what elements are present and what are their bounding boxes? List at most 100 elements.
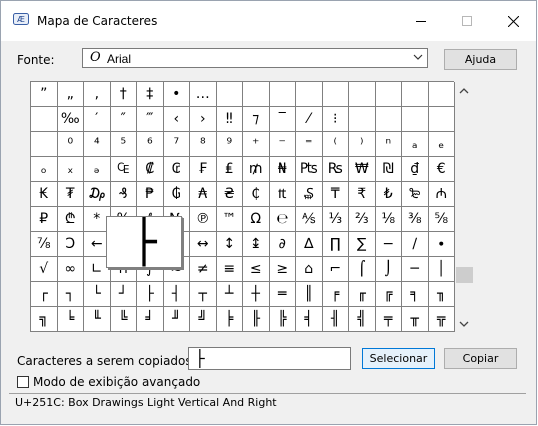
character-cell[interactable]: ⅝ — [428, 207, 455, 232]
character-cell[interactable]: ↨ — [243, 232, 270, 257]
character-cell[interactable]: √ — [31, 257, 58, 282]
character-cell[interactable]: ⅛ — [375, 207, 402, 232]
character-cell[interactable]: ₢ — [163, 157, 190, 182]
character-cell[interactable]: ⅞ — [31, 232, 58, 257]
character-cell[interactable]: ⅍ — [296, 207, 323, 232]
character-cell[interactable]: ‹ — [163, 107, 190, 132]
character-cell[interactable] — [322, 82, 349, 107]
character-cell[interactable]: ∆ — [296, 232, 323, 257]
character-cell[interactable]: ⁽ — [322, 132, 349, 157]
character-cell[interactable]: • — [163, 82, 190, 107]
character-cell[interactable]: ↕ — [216, 232, 243, 257]
character-cell[interactable]: └ — [84, 282, 111, 307]
character-cell[interactable]: ⁷ — [163, 132, 190, 157]
character-cell[interactable]: ₵ — [243, 182, 270, 207]
character-cell[interactable]: ├ — [137, 282, 164, 307]
character-cell[interactable] — [269, 82, 296, 107]
character-cell[interactable]: ™ — [216, 207, 243, 232]
character-cell[interactable]: ╠ — [269, 307, 296, 332]
character-cell[interactable]: ╗ — [31, 307, 58, 332]
character-cell[interactable]: ∏ — [322, 232, 349, 257]
character-cell[interactable]: ⁻ — [269, 132, 296, 157]
character-cell[interactable]: ₽ — [31, 207, 58, 232]
character-cell[interactable]: ⁊ — [243, 107, 270, 132]
character-cell[interactable]: ₰ — [110, 182, 137, 207]
character-cell[interactable] — [31, 107, 58, 132]
advanced-view-checkbox[interactable] — [17, 376, 29, 388]
character-cell[interactable]: ╖ — [428, 282, 455, 307]
character-cell[interactable]: ⅓ — [322, 207, 349, 232]
character-cell[interactable] — [216, 82, 243, 107]
character-cell[interactable]: ₩ — [349, 157, 376, 182]
character-cell[interactable]: € — [428, 157, 455, 182]
character-cell[interactable]: ╓ — [349, 282, 376, 307]
character-cell[interactable]: ╘ — [57, 307, 84, 332]
character-cell[interactable]: ┴ — [216, 282, 243, 307]
character-cell[interactable]: ═ — [269, 282, 296, 307]
character-cell[interactable]: ⌐ — [322, 257, 349, 282]
select-button[interactable]: Selecionar — [362, 348, 435, 369]
character-cell[interactable]: ₪ — [375, 157, 402, 182]
character-cell[interactable]: ₮ — [57, 182, 84, 207]
character-cell[interactable]: ℗ — [190, 207, 217, 232]
character-cell[interactable]: ┐ — [57, 282, 84, 307]
advanced-view-option[interactable]: Modo de exibição avançado — [17, 375, 200, 389]
character-cell[interactable]: ∙ — [428, 232, 455, 257]
character-cell[interactable]: ┬ — [190, 282, 217, 307]
character-cell[interactable]: ″ — [110, 107, 137, 132]
character-cell[interactable]: ₳ — [190, 182, 217, 207]
character-cell[interactable]: ₺ — [375, 182, 402, 207]
character-cell[interactable]: ≥ — [269, 257, 296, 282]
character-cell[interactable]: ∕ — [402, 232, 429, 257]
character-cell[interactable]: ‡ — [137, 82, 164, 107]
character-cell[interactable]: ╝ — [190, 307, 217, 332]
close-button[interactable] — [490, 1, 536, 41]
character-cell[interactable]: ₑ — [428, 132, 455, 157]
character-cell[interactable]: ⁄ — [296, 107, 323, 132]
character-cell[interactable]: ⁶ — [137, 132, 164, 157]
character-cell[interactable]: ⌡ — [375, 257, 402, 282]
character-cell[interactable]: ╥ — [402, 307, 429, 332]
character-cell[interactable]: ╒ — [322, 282, 349, 307]
character-cell[interactable]: ⁵ — [110, 132, 137, 157]
character-cell[interactable]: ‾ — [269, 107, 296, 132]
character-cell[interactable]: ┼ — [243, 282, 270, 307]
character-cell[interactable]: ⁰ — [57, 132, 84, 157]
character-cell[interactable]: ₸ — [322, 182, 349, 207]
character-cell[interactable]: ‼ — [216, 107, 243, 132]
character-cell[interactable]: Ω — [243, 207, 270, 232]
help-button[interactable]: Ajuda — [444, 49, 517, 70]
character-cell[interactable]: ₫ — [402, 157, 429, 182]
character-cell[interactable]: ≤ — [243, 257, 270, 282]
character-cell[interactable]: ₓ — [57, 157, 84, 182]
character-cell[interactable]: ╕ — [402, 282, 429, 307]
character-cell[interactable] — [428, 107, 455, 132]
character-cell[interactable]: ₒ — [31, 157, 58, 182]
character-cell[interactable] — [402, 82, 429, 107]
character-cell[interactable]: ╣ — [349, 307, 376, 332]
character-cell[interactable]: ┤ — [163, 282, 190, 307]
character-cell[interactable]: ₾ — [57, 207, 84, 232]
character-cell[interactable]: ⁺ — [243, 132, 270, 157]
characters-to-copy-input[interactable]: ├ — [188, 347, 351, 370]
character-cell[interactable]: … — [190, 82, 217, 107]
scrollbar-thumb[interactable] — [456, 267, 473, 283]
character-cell[interactable]: ≠ — [190, 257, 217, 282]
character-cell[interactable] — [402, 107, 429, 132]
character-cell[interactable]: ⌠ — [349, 257, 376, 282]
character-cell[interactable] — [349, 107, 376, 132]
minimize-button[interactable] — [398, 1, 444, 41]
copy-button[interactable]: Copiar — [444, 348, 517, 369]
character-cell[interactable]: ₦ — [269, 157, 296, 182]
character-cell[interactable]: ⁿ — [375, 132, 402, 157]
character-cell[interactable]: ╔ — [375, 282, 402, 307]
character-cell[interactable]: ─ — [402, 257, 429, 282]
character-cell[interactable]: ‰ — [57, 107, 84, 132]
character-cell[interactable]: ╟ — [243, 307, 270, 332]
character-cell[interactable]: Ↄ — [57, 232, 84, 257]
character-cell[interactable]: ⁼ — [296, 132, 323, 157]
character-cell[interactable]: ′ — [84, 107, 111, 132]
character-cell[interactable]: ⁾ — [349, 132, 376, 157]
character-cell[interactable]: ╡ — [296, 307, 323, 332]
character-cell[interactable]: ₔ — [84, 157, 111, 182]
